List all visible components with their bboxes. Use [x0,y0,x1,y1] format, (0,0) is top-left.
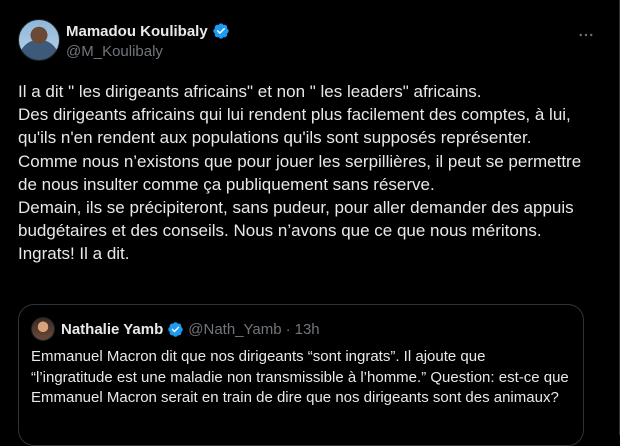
tweet-header: Mamadou Koulibaly @M_Koulibaly [18,19,598,61]
more-options-button[interactable] [576,25,596,45]
quoted-avatar [31,317,55,341]
quoted-author-display-name: Nathalie Yamb [61,320,164,338]
author-display-name[interactable]: Mamadou Koulibaly [66,23,208,40]
tweet-text: Il a dit " les dirigeants africains" et … [18,82,582,264]
quoted-author-handle: @Nath_Yamb [188,320,282,338]
quoted-timestamp: 13h [294,320,320,338]
verified-badge-icon[interactable] [212,22,230,40]
verified-badge-icon [168,321,184,337]
separator-dot: · [285,320,291,338]
tweet: Mamadou Koulibaly @M_Koulibaly Il a dit … [0,0,619,446]
more-horizontal-icon [579,33,593,37]
quoted-tweet-text: Emmanuel Macron dit que nos dirigeants “… [31,348,569,406]
quoted-tweet-header: Nathalie Yamb @Nath_Yamb · 13h [31,317,320,341]
avatar[interactable] [18,19,60,61]
quoted-tweet[interactable]: Nathalie Yamb @Nath_Yamb · 13h Emmanuel … [18,304,584,446]
author-name-row: Mamadou Koulibaly [66,22,230,40]
author-handle[interactable]: @M_Koulibaly [66,43,163,60]
